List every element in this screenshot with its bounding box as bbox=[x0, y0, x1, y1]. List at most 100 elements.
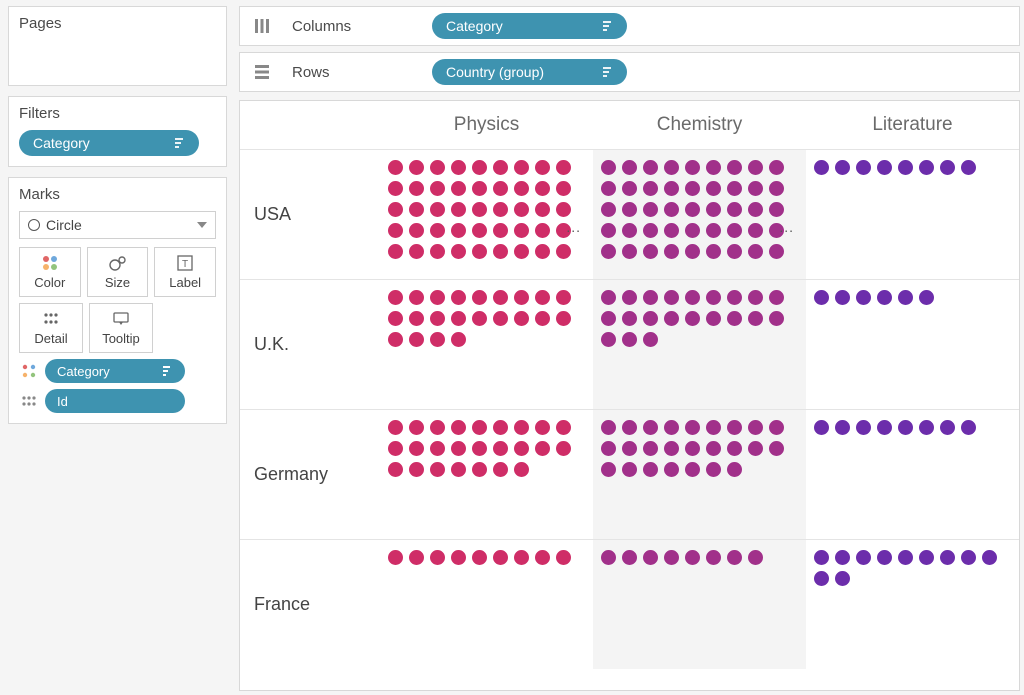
data-mark[interactable] bbox=[856, 550, 871, 565]
data-mark[interactable] bbox=[601, 332, 616, 347]
data-mark[interactable] bbox=[451, 223, 466, 238]
data-mark[interactable] bbox=[472, 223, 487, 238]
data-mark[interactable] bbox=[940, 420, 955, 435]
data-mark[interactable] bbox=[856, 420, 871, 435]
data-mark[interactable] bbox=[769, 290, 784, 305]
mark-encoding-category[interactable]: Category bbox=[19, 359, 216, 383]
data-mark[interactable] bbox=[388, 420, 403, 435]
data-mark[interactable] bbox=[664, 550, 679, 565]
data-mark[interactable] bbox=[451, 160, 466, 175]
data-mark[interactable] bbox=[835, 160, 850, 175]
data-mark[interactable] bbox=[388, 441, 403, 456]
data-mark[interactable] bbox=[472, 181, 487, 196]
data-mark[interactable] bbox=[556, 550, 571, 565]
data-mark[interactable] bbox=[556, 160, 571, 175]
marks-color-button[interactable]: Color bbox=[19, 247, 81, 297]
data-mark[interactable] bbox=[748, 420, 763, 435]
data-mark[interactable] bbox=[388, 550, 403, 565]
data-mark[interactable] bbox=[622, 550, 637, 565]
data-mark[interactable] bbox=[601, 311, 616, 326]
data-mark[interactable] bbox=[409, 550, 424, 565]
data-mark[interactable] bbox=[556, 420, 571, 435]
data-mark[interactable] bbox=[535, 441, 550, 456]
data-mark[interactable] bbox=[451, 462, 466, 477]
data-mark[interactable] bbox=[601, 420, 616, 435]
data-mark[interactable] bbox=[493, 202, 508, 217]
data-mark[interactable] bbox=[388, 202, 403, 217]
data-mark[interactable] bbox=[898, 160, 913, 175]
data-mark[interactable] bbox=[535, 550, 550, 565]
row-label[interactable]: U.K. bbox=[240, 280, 380, 409]
marks-tooltip-button[interactable]: Tooltip bbox=[89, 303, 153, 353]
data-mark[interactable] bbox=[769, 160, 784, 175]
data-mark[interactable] bbox=[940, 160, 955, 175]
data-mark[interactable] bbox=[727, 181, 742, 196]
data-mark[interactable] bbox=[877, 290, 892, 305]
data-mark[interactable] bbox=[727, 441, 742, 456]
data-mark[interactable] bbox=[769, 441, 784, 456]
data-mark[interactable] bbox=[472, 462, 487, 477]
data-mark[interactable] bbox=[664, 441, 679, 456]
data-mark[interactable] bbox=[685, 181, 700, 196]
data-mark[interactable] bbox=[769, 244, 784, 259]
data-mark[interactable] bbox=[748, 244, 763, 259]
data-mark[interactable] bbox=[409, 223, 424, 238]
data-mark[interactable] bbox=[514, 550, 529, 565]
data-mark[interactable] bbox=[430, 311, 445, 326]
data-mark[interactable] bbox=[643, 290, 658, 305]
data-mark[interactable] bbox=[727, 202, 742, 217]
data-mark[interactable] bbox=[643, 160, 658, 175]
data-mark[interactable] bbox=[451, 181, 466, 196]
data-mark[interactable] bbox=[409, 202, 424, 217]
data-mark[interactable] bbox=[748, 181, 763, 196]
data-mark[interactable] bbox=[643, 223, 658, 238]
data-mark[interactable] bbox=[727, 420, 742, 435]
data-mark[interactable] bbox=[556, 202, 571, 217]
overflow-indicator[interactable]: ... bbox=[779, 219, 794, 235]
data-mark[interactable] bbox=[472, 441, 487, 456]
data-mark[interactable] bbox=[877, 420, 892, 435]
data-mark[interactable] bbox=[601, 223, 616, 238]
data-mark[interactable] bbox=[727, 223, 742, 238]
data-mark[interactable] bbox=[388, 181, 403, 196]
data-mark[interactable] bbox=[430, 462, 445, 477]
mark-pill-category[interactable]: Category bbox=[45, 359, 185, 383]
data-mark[interactable] bbox=[493, 420, 508, 435]
data-mark[interactable] bbox=[472, 244, 487, 259]
data-mark[interactable] bbox=[472, 290, 487, 305]
data-mark[interactable] bbox=[856, 290, 871, 305]
data-mark[interactable] bbox=[514, 290, 529, 305]
data-mark[interactable] bbox=[409, 290, 424, 305]
data-mark[interactable] bbox=[493, 160, 508, 175]
data-mark[interactable] bbox=[556, 290, 571, 305]
data-mark[interactable] bbox=[601, 160, 616, 175]
data-mark[interactable] bbox=[451, 202, 466, 217]
filters-shelf[interactable]: Filters Category bbox=[8, 96, 227, 167]
data-mark[interactable] bbox=[514, 420, 529, 435]
data-mark[interactable] bbox=[601, 244, 616, 259]
data-mark[interactable] bbox=[535, 290, 550, 305]
data-mark[interactable] bbox=[451, 550, 466, 565]
data-mark[interactable] bbox=[409, 181, 424, 196]
data-mark[interactable] bbox=[769, 202, 784, 217]
data-mark[interactable] bbox=[535, 160, 550, 175]
data-mark[interactable] bbox=[835, 550, 850, 565]
data-mark[interactable] bbox=[514, 160, 529, 175]
data-mark[interactable] bbox=[685, 462, 700, 477]
data-mark[interactable] bbox=[388, 244, 403, 259]
data-mark[interactable] bbox=[472, 420, 487, 435]
data-mark[interactable] bbox=[748, 441, 763, 456]
data-mark[interactable] bbox=[493, 311, 508, 326]
data-mark[interactable] bbox=[748, 311, 763, 326]
data-mark[interactable] bbox=[430, 550, 445, 565]
data-mark[interactable] bbox=[556, 441, 571, 456]
data-mark[interactable] bbox=[409, 311, 424, 326]
data-mark[interactable] bbox=[622, 223, 637, 238]
data-mark[interactable] bbox=[919, 420, 934, 435]
data-mark[interactable] bbox=[472, 550, 487, 565]
data-mark[interactable] bbox=[514, 441, 529, 456]
data-mark[interactable] bbox=[664, 462, 679, 477]
data-mark[interactable] bbox=[982, 550, 997, 565]
data-mark[interactable] bbox=[493, 441, 508, 456]
data-mark[interactable] bbox=[961, 420, 976, 435]
